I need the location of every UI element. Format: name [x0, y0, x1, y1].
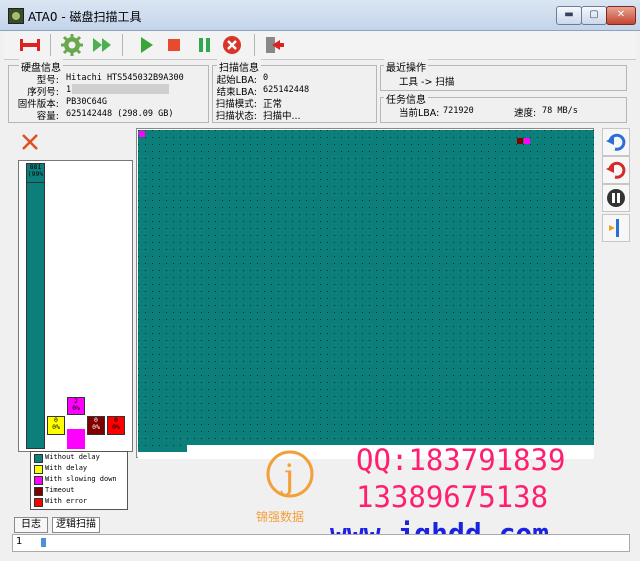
title-bar: ATA0 - 磁盘扫描工具 ▬ ▢ ✕ — [0, 0, 640, 31]
histogram-slow-bar — [67, 429, 85, 449]
serial-value: 1 — [66, 85, 72, 95]
current-lba-value: 721920 — [443, 106, 474, 116]
legend-swatch — [34, 498, 43, 507]
speed-value: 78 MB/s — [542, 106, 578, 116]
pause-icon[interactable] — [192, 33, 216, 57]
histogram-main-label: 881 (99% — [26, 163, 45, 183]
close-button[interactable]: ✕ — [606, 6, 636, 25]
capacity-label: 容量: — [36, 111, 59, 122]
stop-icon[interactable] — [162, 33, 186, 57]
start-lba-value: 0 — [263, 73, 269, 83]
app-icon — [8, 8, 24, 24]
histogram-delay-box: 0 0% — [47, 416, 65, 435]
range-icon[interactable] — [18, 33, 42, 57]
toolbar-separator — [122, 34, 123, 56]
model-value: Hitachi HTS545032B9A300 — [66, 73, 184, 83]
histogram-slow-box: 2 0% — [67, 397, 85, 415]
redo-icon[interactable] — [602, 156, 630, 184]
legend-swatch — [34, 476, 43, 485]
legend-swatch — [34, 487, 43, 496]
highlighted-block — [524, 138, 530, 144]
watermark-qq: QQ:183791839 — [356, 443, 566, 477]
histogram-timeout-box: 0 0% — [87, 416, 105, 435]
cancel-icon[interactable] — [220, 33, 244, 57]
tab-logical-scan[interactable]: 逻辑扫描 — [52, 517, 100, 533]
capacity-value: 625142448 (298.09 GB) — [66, 109, 174, 119]
play-icon[interactable] — [134, 33, 158, 57]
highlighted-block — [517, 138, 523, 144]
fast-forward-icon[interactable] — [90, 33, 114, 57]
maximize-button[interactable]: ▢ — [581, 6, 607, 25]
recent-ops-heading: 最近操作 — [384, 59, 428, 74]
scanned-blocks — [138, 130, 594, 459]
settings-gear-icon[interactable] — [60, 33, 84, 57]
logo-mark-icon: j — [262, 448, 318, 504]
svg-text:j: j — [280, 457, 295, 497]
progress-indicator — [41, 538, 46, 547]
status-text: 1 — [16, 536, 23, 547]
block-map — [136, 128, 594, 459]
exit-icon[interactable] — [262, 33, 286, 57]
serial-redaction — [72, 84, 169, 94]
toolbar — [4, 31, 636, 60]
histogram-error-box: 0 0% — [107, 416, 125, 435]
pause-scan-icon[interactable] — [602, 184, 630, 212]
toolbar-separator — [254, 34, 255, 56]
clear-x-icon[interactable] — [20, 132, 40, 152]
logo-text: 锦强数据 — [256, 510, 305, 524]
goto-lba-icon[interactable] — [602, 214, 630, 242]
watermark-phone: 13389675138 — [356, 480, 549, 514]
highlighted-block — [139, 131, 145, 137]
scan-status-label: 扫描状态: — [215, 111, 257, 122]
scan-status-value: 扫描中... — [263, 111, 301, 122]
minimize-button[interactable]: ▬ — [556, 6, 582, 25]
window-title: ATA0 - 磁盘扫描工具 — [28, 10, 142, 24]
legend: Without delay With delay With slowing do… — [30, 451, 128, 510]
end-lba-value: 625142448 — [263, 85, 310, 95]
firmware-value: PB30C64G — [66, 97, 107, 107]
toolbar-separator — [50, 34, 51, 56]
task-info-heading: 任务信息 — [384, 91, 428, 106]
tab-log[interactable]: 日志 — [14, 517, 48, 533]
current-lba-label: 当前LBA: — [399, 108, 440, 119]
legend-swatch — [34, 454, 43, 463]
histogram-slow-column: 2 0% — [67, 397, 85, 449]
speed-label: 速度: — [514, 108, 537, 119]
recent-ops-text: 工具 -> 扫描 — [399, 77, 455, 88]
histogram-panel: 881 (99% 0 0% 2 0% 0 0% 0 0% — [18, 160, 133, 452]
legend-swatch — [34, 465, 43, 474]
status-bar: 1 — [12, 534, 630, 552]
undo-icon[interactable] — [602, 128, 630, 156]
histogram-main-bar — [26, 163, 45, 449]
